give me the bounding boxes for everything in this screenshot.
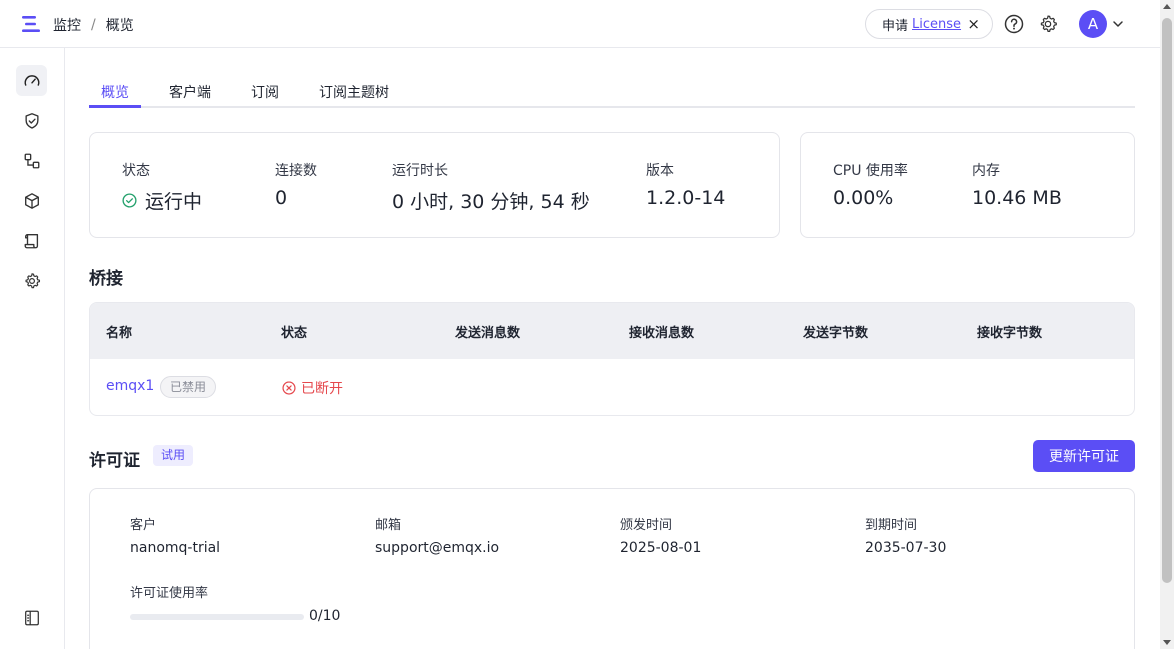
status-text: 运行中 <box>145 191 203 213</box>
bridge-table: 名称 状态 发送消息数 接收消息数 发送字节数 接收字节数 emqx1 已禁用 … <box>89 302 1135 416</box>
email-label: 邮箱 <box>375 518 402 533</box>
license-usage-text: 0/10 <box>309 608 341 624</box>
active-tab-indicator <box>89 105 141 108</box>
tab-bar: 概览 客户端 订阅 订阅主题树 <box>89 72 1135 108</box>
breadcrumb-item-monitor[interactable]: 监控 <box>53 15 81 35</box>
tab-topic-tree[interactable]: 订阅主题树 <box>319 82 389 102</box>
scroll-down-arrow-icon[interactable] <box>1163 640 1171 645</box>
license-apply-pill: 申请 License × <box>865 9 993 39</box>
email-value: support@emqx.io <box>375 540 500 556</box>
sidebar-item-logs[interactable] <box>16 225 47 256</box>
license-apply-label: 申请 <box>882 18 909 34</box>
gear-icon <box>24 272 40 288</box>
column-header-received-messages: 接收消息数 <box>629 326 695 341</box>
breadcrumb: 监控 / 概览 <box>53 15 134 35</box>
uptime-label: 运行时长 <box>392 163 448 179</box>
column-header-sent-bytes: 发送字节数 <box>803 326 869 341</box>
renew-license-button[interactable]: 更新许可证 <box>1033 440 1135 472</box>
column-header-received-bytes: 接收字节数 <box>977 326 1043 341</box>
sidebar-collapse-button[interactable] <box>16 602 47 633</box>
bridge-nodes-icon <box>24 153 39 168</box>
license-usage-progress <box>130 614 304 620</box>
bridge-status: 已断开 <box>282 378 343 398</box>
issued-date-value: 2025-08-01 <box>620 540 702 556</box>
breadcrumb-separator: / <box>91 17 96 33</box>
check-circle-icon <box>122 193 137 208</box>
sidebar-collapse-icon <box>24 610 39 625</box>
memory-label: 内存 <box>972 163 1000 179</box>
sidebar <box>0 48 65 649</box>
memory-value: 10.46 MB <box>972 187 1062 209</box>
bridge-status-text: 已断开 <box>301 381 343 397</box>
menu-toggle-icon[interactable] <box>22 15 42 33</box>
trial-badge: 试用 <box>153 445 194 466</box>
node-stats-card <box>89 132 780 238</box>
customer-value: nanomq-trial <box>130 540 221 556</box>
scroll-up-arrow-icon[interactable] <box>1163 4 1171 9</box>
expiry-date-label: 到期时间 <box>865 518 918 533</box>
uptime-value: 0 小时, 30 分钟, 54 秒 <box>392 191 590 213</box>
customer-label: 客户 <box>130 518 157 533</box>
column-header-sent-messages: 发送消息数 <box>455 326 521 341</box>
scrollbar-thumb[interactable] <box>1162 18 1172 583</box>
sidebar-item-settings[interactable] <box>16 265 47 296</box>
status-label: 状态 <box>122 163 150 179</box>
sidebar-item-dashboard[interactable] <box>16 65 47 96</box>
status-value: 运行中 <box>122 187 202 214</box>
scroll-log-icon <box>24 233 38 248</box>
expiry-date-value: 2035-07-30 <box>865 540 947 556</box>
tab-overview[interactable]: 概览 <box>101 82 129 102</box>
breadcrumb-item-overview: 概览 <box>105 18 134 34</box>
cpu-value: 0.00% <box>833 187 894 209</box>
column-header-status: 状态 <box>281 326 308 341</box>
connections-label: 连接数 <box>275 163 317 179</box>
issued-date-label: 颁发时间 <box>620 518 673 533</box>
top-bar: 监控 / 概览 申请 License × A <box>0 0 1160 48</box>
vertical-scrollbar[interactable] <box>1160 0 1174 649</box>
bridge-section-title: 桥接 <box>89 269 123 289</box>
cpu-label: CPU 使用率 <box>833 163 908 179</box>
version-value: 1.2.0-14 <box>646 187 726 209</box>
close-circle-icon <box>282 381 296 395</box>
help-icon[interactable] <box>1004 14 1024 34</box>
sidebar-item-extensions[interactable] <box>16 185 47 216</box>
sidebar-item-security[interactable] <box>16 105 47 136</box>
cube-icon <box>24 192 39 209</box>
sidebar-item-bridges[interactable] <box>16 145 47 176</box>
tab-clients[interactable]: 客户端 <box>169 82 211 102</box>
bridge-name-link[interactable]: emqx1 <box>106 378 154 394</box>
dashboard-gauge-icon <box>24 74 39 86</box>
connections-value: 0 <box>275 187 288 209</box>
disabled-badge: 已禁用 <box>160 376 217 398</box>
resource-stats-card <box>800 132 1135 238</box>
usage-label: 许可证使用率 <box>130 586 209 601</box>
license-section-title: 许可证 <box>89 451 140 471</box>
shield-check-icon <box>24 112 39 129</box>
close-icon[interactable]: × <box>967 15 980 33</box>
chevron-down-icon[interactable] <box>1112 18 1124 30</box>
settings-gear-icon[interactable] <box>1038 14 1058 34</box>
license-link[interactable]: License <box>912 17 961 32</box>
table-header: 名称 状态 发送消息数 接收消息数 发送字节数 接收字节数 <box>90 303 1134 359</box>
license-card <box>89 488 1135 649</box>
version-label: 版本 <box>646 163 674 179</box>
column-header-name: 名称 <box>106 326 133 341</box>
tab-subscriptions[interactable]: 订阅 <box>251 82 279 102</box>
avatar[interactable]: A <box>1079 10 1107 38</box>
